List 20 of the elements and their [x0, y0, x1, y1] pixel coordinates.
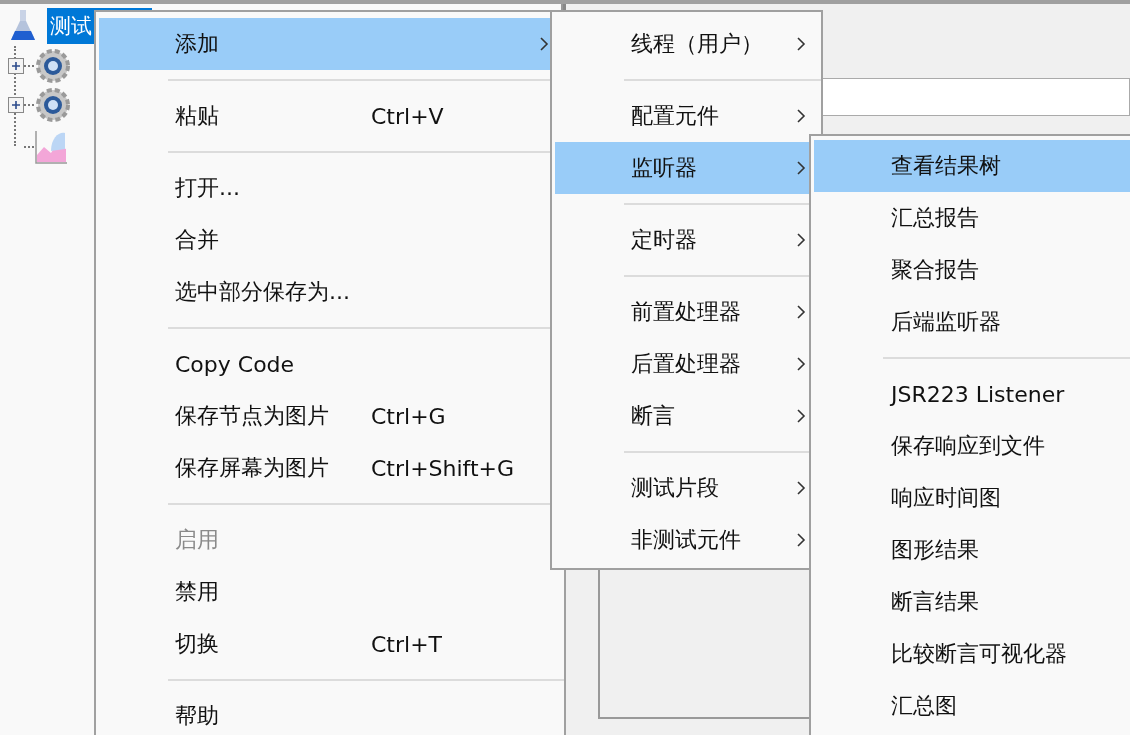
- plus-icon: [11, 60, 21, 71]
- gear-icon: [34, 85, 72, 124]
- flask-icon: [8, 9, 38, 43]
- shortcut-text: Ctrl+G: [371, 403, 446, 429]
- shortcut-text: Ctrl+T: [371, 631, 443, 657]
- chart-icon: [34, 129, 68, 165]
- expand-toggle[interactable]: [8, 57, 24, 74]
- plus-icon: [11, 99, 21, 110]
- gear-icon: [34, 46, 72, 85]
- menu-item[interactable]: 禁用: [99, 566, 561, 618]
- shortcut-text: Ctrl+Shift+G: [371, 455, 515, 481]
- menu-item[interactable]: 断言结果: [814, 576, 1130, 628]
- expand-toggle[interactable]: [8, 96, 24, 113]
- menu-item[interactable]: 配置元件: [555, 90, 818, 142]
- menu-item[interactable]: 查看结果树: [814, 140, 1130, 192]
- menu-item[interactable]: 切换 Ctrl+T: [99, 618, 561, 670]
- menu-item[interactable]: 帮助: [99, 690, 561, 735]
- menu-item[interactable]: 汇总图: [814, 680, 1130, 732]
- menu-item[interactable]: 比较断言可视化器: [814, 628, 1130, 680]
- shortcut-text: Ctrl+V: [371, 103, 444, 129]
